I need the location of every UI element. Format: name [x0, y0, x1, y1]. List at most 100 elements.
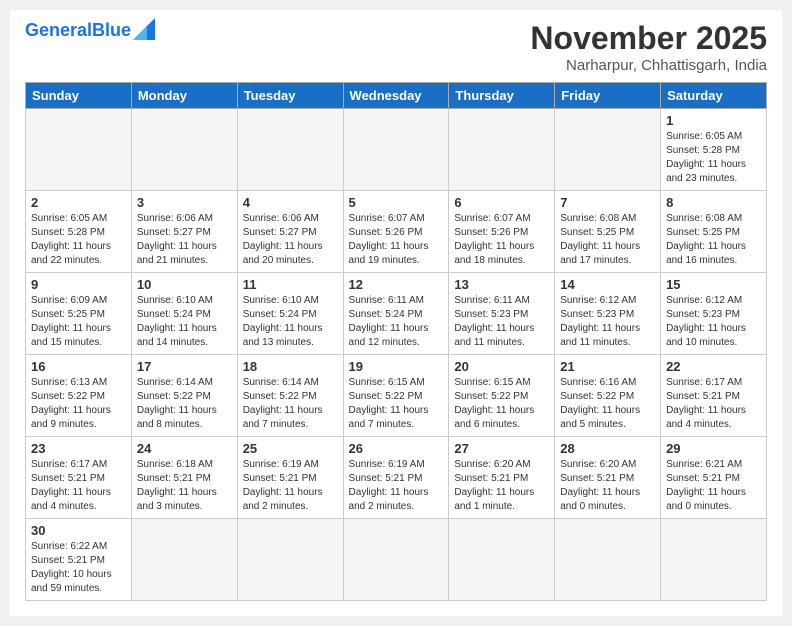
day-info: Sunrise: 6:14 AM Sunset: 5:22 PM Dayligh… — [243, 376, 338, 432]
day-info: Sunrise: 6:18 AM Sunset: 5:21 PM Dayligh… — [137, 458, 232, 514]
calendar-day-cell: 1Sunrise: 6:05 AM Sunset: 5:28 PM Daylig… — [661, 109, 767, 191]
calendar-day-cell: 2 Sunrise: 6:05 AM Sunset: 5:28 PM Daylig… — [26, 191, 132, 273]
day-info: Sunrise: 6:15 AM Sunset: 5:22 PM Dayligh… — [454, 376, 549, 432]
day-info: Sunrise: 6:20 AM Sunset: 5:21 PM Dayligh… — [454, 458, 549, 514]
day-number: 30 — [31, 523, 126, 538]
day-info: Sunrise: 6:08 AM Sunset: 5:25 PM Dayligh… — [560, 212, 655, 268]
logo-area: GeneralBlue — [25, 20, 155, 41]
weekday-saturday: Saturday — [661, 83, 767, 109]
calendar-day-cell — [555, 109, 661, 191]
calendar-day-cell: 11 Sunrise: 6:10 AM Sunset: 5:24 PM Dayli… — [237, 273, 343, 355]
day-number: 12 — [349, 277, 444, 292]
day-info: Sunrise: 6:22 AM Sunset: 5:21 PM Dayligh… — [31, 540, 126, 596]
calendar-day-cell — [131, 519, 237, 601]
day-info: Sunrise: 6:06 AM Sunset: 5:27 PM Dayligh… — [137, 212, 232, 268]
day-info: Sunrise: 6:08 AM Sunset: 5:25 PM Dayligh… — [666, 212, 761, 268]
weekday-header-row: SundayMondayTuesdayWednesdayThursdayFrid… — [26, 83, 767, 109]
weekday-sunday: Sunday — [26, 83, 132, 109]
calendar-day-cell: 21Sunrise: 6:16 AM Sunset: 5:22 PM Dayli… — [555, 355, 661, 437]
day-number: 20 — [454, 359, 549, 374]
calendar-day-cell — [449, 109, 555, 191]
calendar-day-cell: 29Sunrise: 6:21 AM Sunset: 5:21 PM Dayli… — [661, 437, 767, 519]
calendar-day-cell: 18Sunrise: 6:14 AM Sunset: 5:22 PM Dayli… — [237, 355, 343, 437]
calendar-day-cell: 10 Sunrise: 6:10 AM Sunset: 5:24 PM Dayli… — [131, 273, 237, 355]
calendar-day-cell: 9 Sunrise: 6:09 AM Sunset: 5:25 PM Daylig… — [26, 273, 132, 355]
day-number: 28 — [560, 441, 655, 456]
day-number: 3 — [137, 195, 232, 210]
calendar-day-cell: 6Sunrise: 6:07 AM Sunset: 5:26 PM Daylig… — [449, 191, 555, 273]
day-number: 26 — [349, 441, 444, 456]
day-info: Sunrise: 6:13 AM Sunset: 5:22 PM Dayligh… — [31, 376, 126, 432]
day-number: 10 — [137, 277, 232, 292]
logo-blue: Blue — [92, 20, 131, 40]
day-info: Sunrise: 6:12 AM Sunset: 5:23 PM Dayligh… — [560, 294, 655, 350]
subtitle: Narharpur, Chhattisgarh, India — [530, 57, 767, 74]
calendar-day-cell: 3 Sunrise: 6:06 AM Sunset: 5:27 PM Daylig… — [131, 191, 237, 273]
day-number: 16 — [31, 359, 126, 374]
day-number: 17 — [137, 359, 232, 374]
day-number: 25 — [243, 441, 338, 456]
calendar-day-cell — [131, 109, 237, 191]
calendar-day-cell: 19 Sunrise: 6:15 AM Sunset: 5:22 PM Dayli… — [343, 355, 449, 437]
calendar-day-cell: 8 Sunrise: 6:08 AM Sunset: 5:25 PM Daylig… — [661, 191, 767, 273]
calendar-day-cell — [661, 519, 767, 601]
day-number: 5 — [349, 195, 444, 210]
calendar-day-cell: 26Sunrise: 6:19 AM Sunset: 5:21 PM Dayli… — [343, 437, 449, 519]
calendar-week-row: 2 Sunrise: 6:05 AM Sunset: 5:28 PM Daylig… — [26, 191, 767, 273]
day-number: 23 — [31, 441, 126, 456]
calendar-week-row: 16 Sunrise: 6:13 AM Sunset: 5:22 PM Dayli… — [26, 355, 767, 437]
day-info: Sunrise: 6:07 AM Sunset: 5:26 PM Dayligh… — [349, 212, 444, 268]
day-info: Sunrise: 6:05 AM Sunset: 5:28 PM Dayligh… — [31, 212, 126, 268]
month-title: November 2025 — [530, 20, 767, 57]
calendar-day-cell: 16 Sunrise: 6:13 AM Sunset: 5:22 PM Dayli… — [26, 355, 132, 437]
day-info: Sunrise: 6:06 AM Sunset: 5:27 PM Dayligh… — [243, 212, 338, 268]
day-number: 9 — [31, 277, 126, 292]
calendar-day-cell: 4Sunrise: 6:06 AM Sunset: 5:27 PM Daylig… — [237, 191, 343, 273]
day-info: Sunrise: 6:10 AM Sunset: 5:24 PM Dayligh… — [137, 294, 232, 350]
calendar-day-cell — [555, 519, 661, 601]
day-info: Sunrise: 6:17 AM Sunset: 5:21 PM Dayligh… — [666, 376, 761, 432]
day-info: Sunrise: 6:11 AM Sunset: 5:24 PM Dayligh… — [349, 294, 444, 350]
day-info: Sunrise: 6:12 AM Sunset: 5:23 PM Dayligh… — [666, 294, 761, 350]
calendar-day-cell: 27 Sunrise: 6:20 AM Sunset: 5:21 PM Dayli… — [449, 437, 555, 519]
day-info: Sunrise: 6:15 AM Sunset: 5:22 PM Dayligh… — [349, 376, 444, 432]
day-info: Sunrise: 6:19 AM Sunset: 5:21 PM Dayligh… — [243, 458, 338, 514]
logo-text: GeneralBlue — [25, 20, 131, 41]
calendar-day-cell — [343, 109, 449, 191]
calendar-day-cell: 20 Sunrise: 6:15 AM Sunset: 5:22 PM Dayli… — [449, 355, 555, 437]
weekday-tuesday: Tuesday — [237, 83, 343, 109]
day-info: Sunrise: 6:10 AM Sunset: 5:24 PM Dayligh… — [243, 294, 338, 350]
calendar-day-cell: 28Sunrise: 6:20 AM Sunset: 5:21 PM Dayli… — [555, 437, 661, 519]
calendar-day-cell — [343, 519, 449, 601]
calendar-day-cell: 14 Sunrise: 6:12 AM Sunset: 5:23 PM Dayli… — [555, 273, 661, 355]
day-info: Sunrise: 6:14 AM Sunset: 5:22 PM Dayligh… — [137, 376, 232, 432]
day-number: 13 — [454, 277, 549, 292]
day-number: 21 — [560, 359, 655, 374]
title-area: November 2025 Narharpur, Chhattisgarh, I… — [530, 20, 767, 74]
calendar-day-cell: 30 Sunrise: 6:22 AM Sunset: 5:21 PM Dayli… — [26, 519, 132, 601]
calendar-day-cell: 13 Sunrise: 6:11 AM Sunset: 5:23 PM Dayli… — [449, 273, 555, 355]
calendar-day-cell: 5 Sunrise: 6:07 AM Sunset: 5:26 PM Daylig… — [343, 191, 449, 273]
calendar-day-cell: 15Sunrise: 6:12 AM Sunset: 5:23 PM Dayli… — [661, 273, 767, 355]
day-number: 19 — [349, 359, 444, 374]
day-number: 14 — [560, 277, 655, 292]
day-info: Sunrise: 6:11 AM Sunset: 5:23 PM Dayligh… — [454, 294, 549, 350]
calendar-day-cell: 25 Sunrise: 6:19 AM Sunset: 5:21 PM Dayli… — [237, 437, 343, 519]
day-number: 11 — [243, 277, 338, 292]
calendar-day-cell: 23Sunrise: 6:17 AM Sunset: 5:21 PM Dayli… — [26, 437, 132, 519]
day-number: 1 — [666, 113, 761, 128]
day-number: 24 — [137, 441, 232, 456]
header-area: GeneralBlue November 2025 Narharpur, Chh… — [25, 20, 767, 74]
calendar-day-cell — [26, 109, 132, 191]
calendar-week-row: 23Sunrise: 6:17 AM Sunset: 5:21 PM Dayli… — [26, 437, 767, 519]
day-number: 27 — [454, 441, 549, 456]
calendar-day-cell — [237, 109, 343, 191]
day-number: 2 — [31, 195, 126, 210]
calendar-day-cell — [449, 519, 555, 601]
day-info: Sunrise: 6:09 AM Sunset: 5:25 PM Dayligh… — [31, 294, 126, 350]
calendar-week-row: 30 Sunrise: 6:22 AM Sunset: 5:21 PM Dayli… — [26, 519, 767, 601]
calendar-day-cell: 17 Sunrise: 6:14 AM Sunset: 5:22 PM Dayli… — [131, 355, 237, 437]
logo-icon — [133, 18, 155, 40]
day-number: 8 — [666, 195, 761, 210]
calendar-table: SundayMondayTuesdayWednesdayThursdayFrid… — [25, 82, 767, 601]
